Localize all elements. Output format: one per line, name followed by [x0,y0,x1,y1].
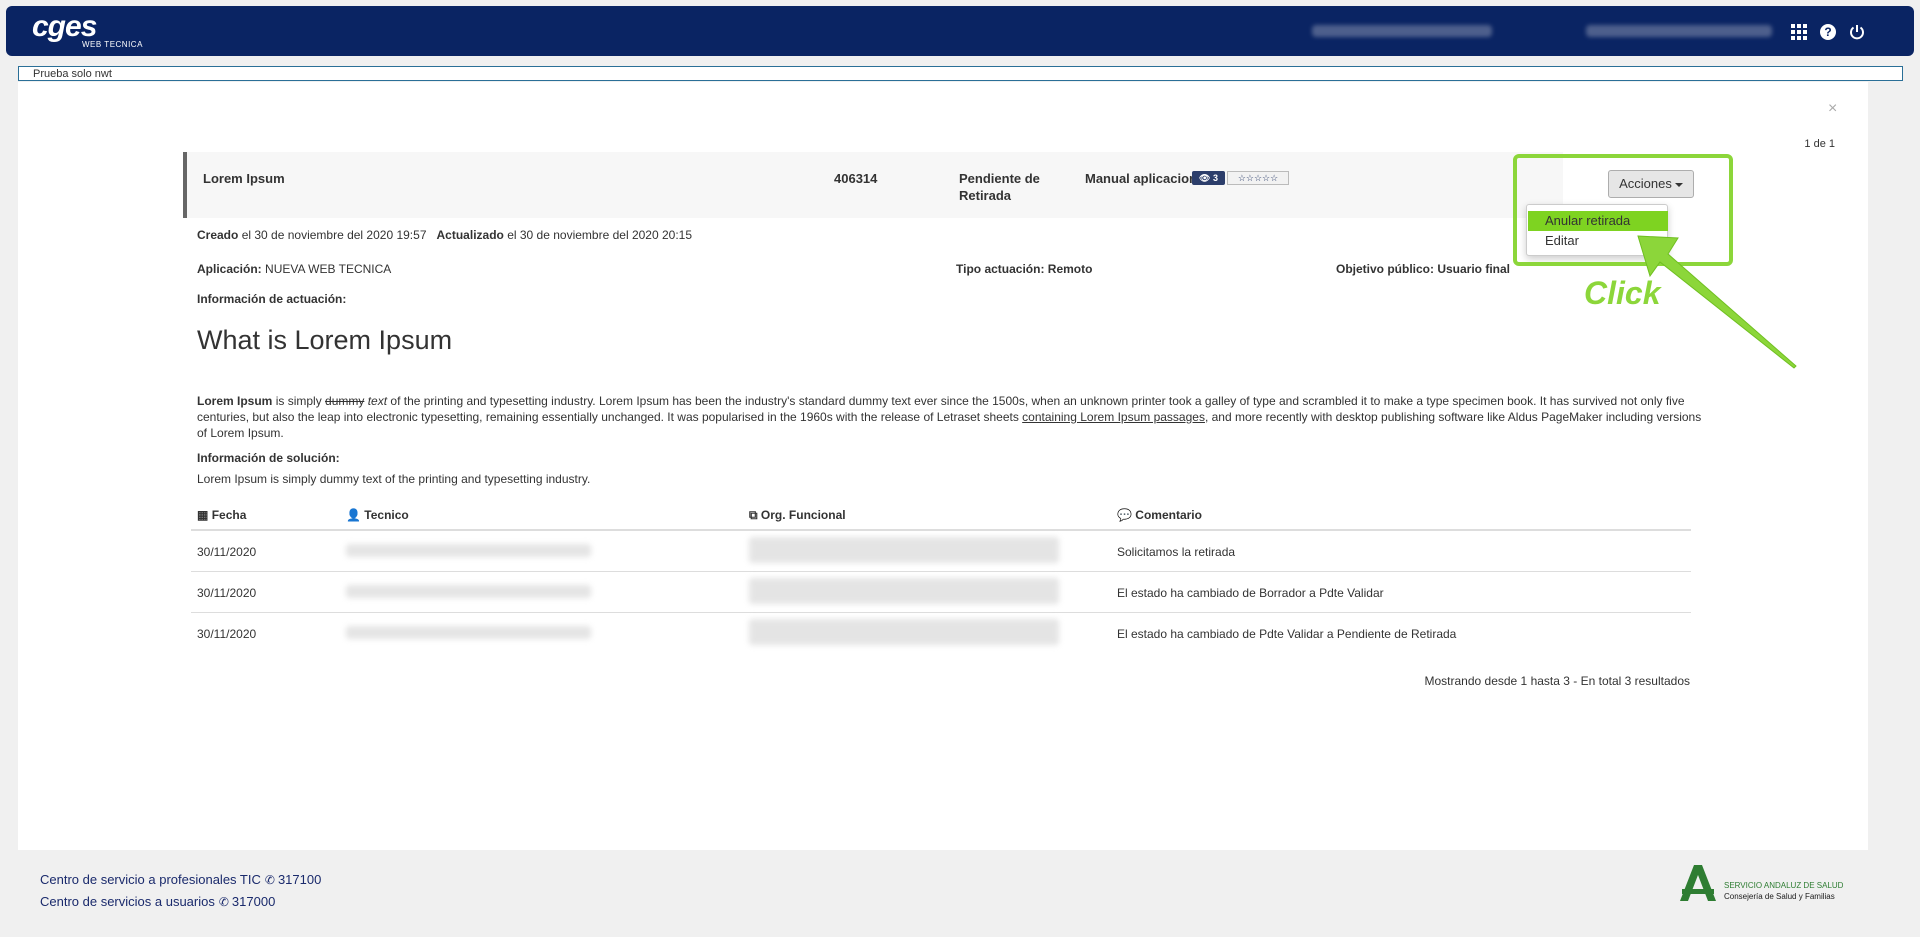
ticket-status: Pendiente de Retirada [959,171,1040,203]
click-annotation: Click [1584,275,1661,311]
updated-label: Actualizado [436,228,504,242]
power-icon[interactable] [1848,23,1866,41]
solution-text: Lorem Ipsum is simply dummy text of the … [197,472,591,486]
user-icon: 👤 [346,508,361,522]
comment-icon: 💬 [1117,508,1132,522]
objetivo-publico: Objetivo público: Usuario final [1336,262,1511,276]
para-strike: dummy [325,394,365,408]
footer-usuarios: Centro de servicios a usuarios ✆ 317000 [40,894,275,909]
eye-icon: 👁 [1199,173,1211,183]
tipo-actuacion: Tipo actuación: Remoto [956,262,1093,276]
cell-comentario: Solicitamos la retirada [1117,545,1236,559]
para-italic: text [364,394,388,408]
updated-value: el 30 de noviembre del 2020 20:15 [507,228,693,242]
application-line: Aplicación: NUEVA WEB TECNICA [197,262,391,276]
ticket-summary-row[interactable]: Lorem Ipsum 406314 Pendiente de Retirada… [183,152,1563,218]
cell-fecha: 30/11/2020 [197,627,257,641]
para-text-1: is simply [272,394,326,408]
user-info-redacted [1586,25,1772,37]
pagination-summary: Mostrando desde 1 hasta 3 - En total 3 r… [1424,674,1691,688]
svg-text:?: ? [1824,25,1831,39]
sas-logo-icon [1680,865,1716,901]
created-label: Creado [197,228,239,242]
col-header-tecnico-label: Tecnico [364,508,409,522]
sitemap-icon: ⧉ [749,508,758,522]
col-header-fecha: ▦ Fecha [197,508,246,522]
ticket-id: 406314 [834,171,878,186]
content-panel: × 1 de 1 Lorem Ipsum 406314 Pendiente de… [18,82,1868,850]
cell-fecha: 30/11/2020 [197,545,257,559]
views-badge: 👁 3 [1192,171,1225,185]
sas-line2: Consejería de Salud y Familias [1724,892,1835,901]
cell-comentario: El estado ha cambiado de Pdte Validar a … [1117,627,1457,641]
cell-tecnico-redacted [346,585,591,598]
created-value: el 30 de noviembre del 2020 19:57 [241,228,427,242]
application-value: NUEVA WEB TECNICA [265,262,392,276]
info-actuacion-label: Información de actuación: [197,292,347,306]
logo-sub-text: WEB TECNICA [82,40,143,49]
phone-icon: ✆ [264,873,275,887]
table-row: 30/11/2020 El estado ha cambiado de Pdte… [191,613,1691,654]
col-header-comentario-label: Comentario [1135,508,1202,522]
sas-logo-text: SERVICIO ANDALUZ DE SALUD Consejería de … [1724,880,1843,902]
cell-org-redacted [749,619,1059,645]
notice-bar: Prueba solo nwt [18,66,1903,81]
sas-line1: SERVICIO ANDALUZ DE SALUD [1724,881,1844,890]
ticket-title: Lorem Ipsum [203,171,285,186]
col-header-org: ⧉ Org. Funcional [749,508,846,523]
footer-line1-label: Centro de servicio a profesionales TIC [40,872,261,887]
created-updated-line: Creado el 30 de noviembre del 2020 19:57… [197,228,692,242]
footer-profesionales: Centro de servicio a profesionales TIC ✆ 3… [40,872,321,887]
footer-line2-label: Centro de servicios a usuarios [40,894,215,909]
table-row: 30/11/2020 Solicitamos la retirada [191,531,1691,572]
page-count: 1 de 1 [1804,138,1835,150]
apps-grid-icon[interactable] [1790,23,1808,41]
col-header-org-label: Org. Funcional [760,508,846,522]
cell-org-redacted [749,578,1059,604]
cges-logo[interactable]: cges WEB TECNICA [32,10,142,50]
footer-line1-phone[interactable]: 317100 [278,872,321,887]
help-icon[interactable]: ? [1819,23,1837,41]
content-heading: What is Lorem Ipsum [197,325,453,355]
tutorial-highlight-box [1513,154,1733,266]
cell-tecnico-redacted [346,544,591,557]
user-name-redacted [1312,25,1492,37]
para-link[interactable]: containing Lorem Ipsum passages [1022,410,1205,424]
ticket-type: Manual aplicacion [1085,171,1197,186]
content-paragraph: Lorem Ipsum is simply dummy text of the … [197,393,1705,441]
para-bold: Lorem Ipsum [197,394,273,408]
views-count: 3 [1212,173,1218,183]
col-header-comentario: 💬 Comentario [1117,508,1202,522]
cell-comentario: El estado ha cambiado de Borrador a Pdte… [1117,586,1384,600]
cell-org-redacted [749,537,1059,563]
close-icon[interactable]: × [1828,100,1837,118]
footer-line2-phone[interactable]: 317000 [232,894,275,909]
cell-fecha: 30/11/2020 [197,586,257,600]
cell-tecnico-redacted [346,626,591,639]
col-header-tecnico: 👤 Tecnico [346,508,409,522]
calendar-icon: ▦ [197,508,209,522]
table-row: 30/11/2020 El estado ha cambiado de Borr… [191,572,1691,613]
rating-stars[interactable]: ☆☆☆☆☆ [1227,171,1289,185]
solution-label: Información de solución: [197,451,340,465]
application-label: Aplicación: [197,262,262,276]
logo-main-text: cges [32,10,97,43]
col-header-fecha-label: Fecha [211,508,247,522]
phone-icon: ✆ [218,895,229,909]
top-navbar: cges WEB TECNICA ? [6,6,1914,56]
